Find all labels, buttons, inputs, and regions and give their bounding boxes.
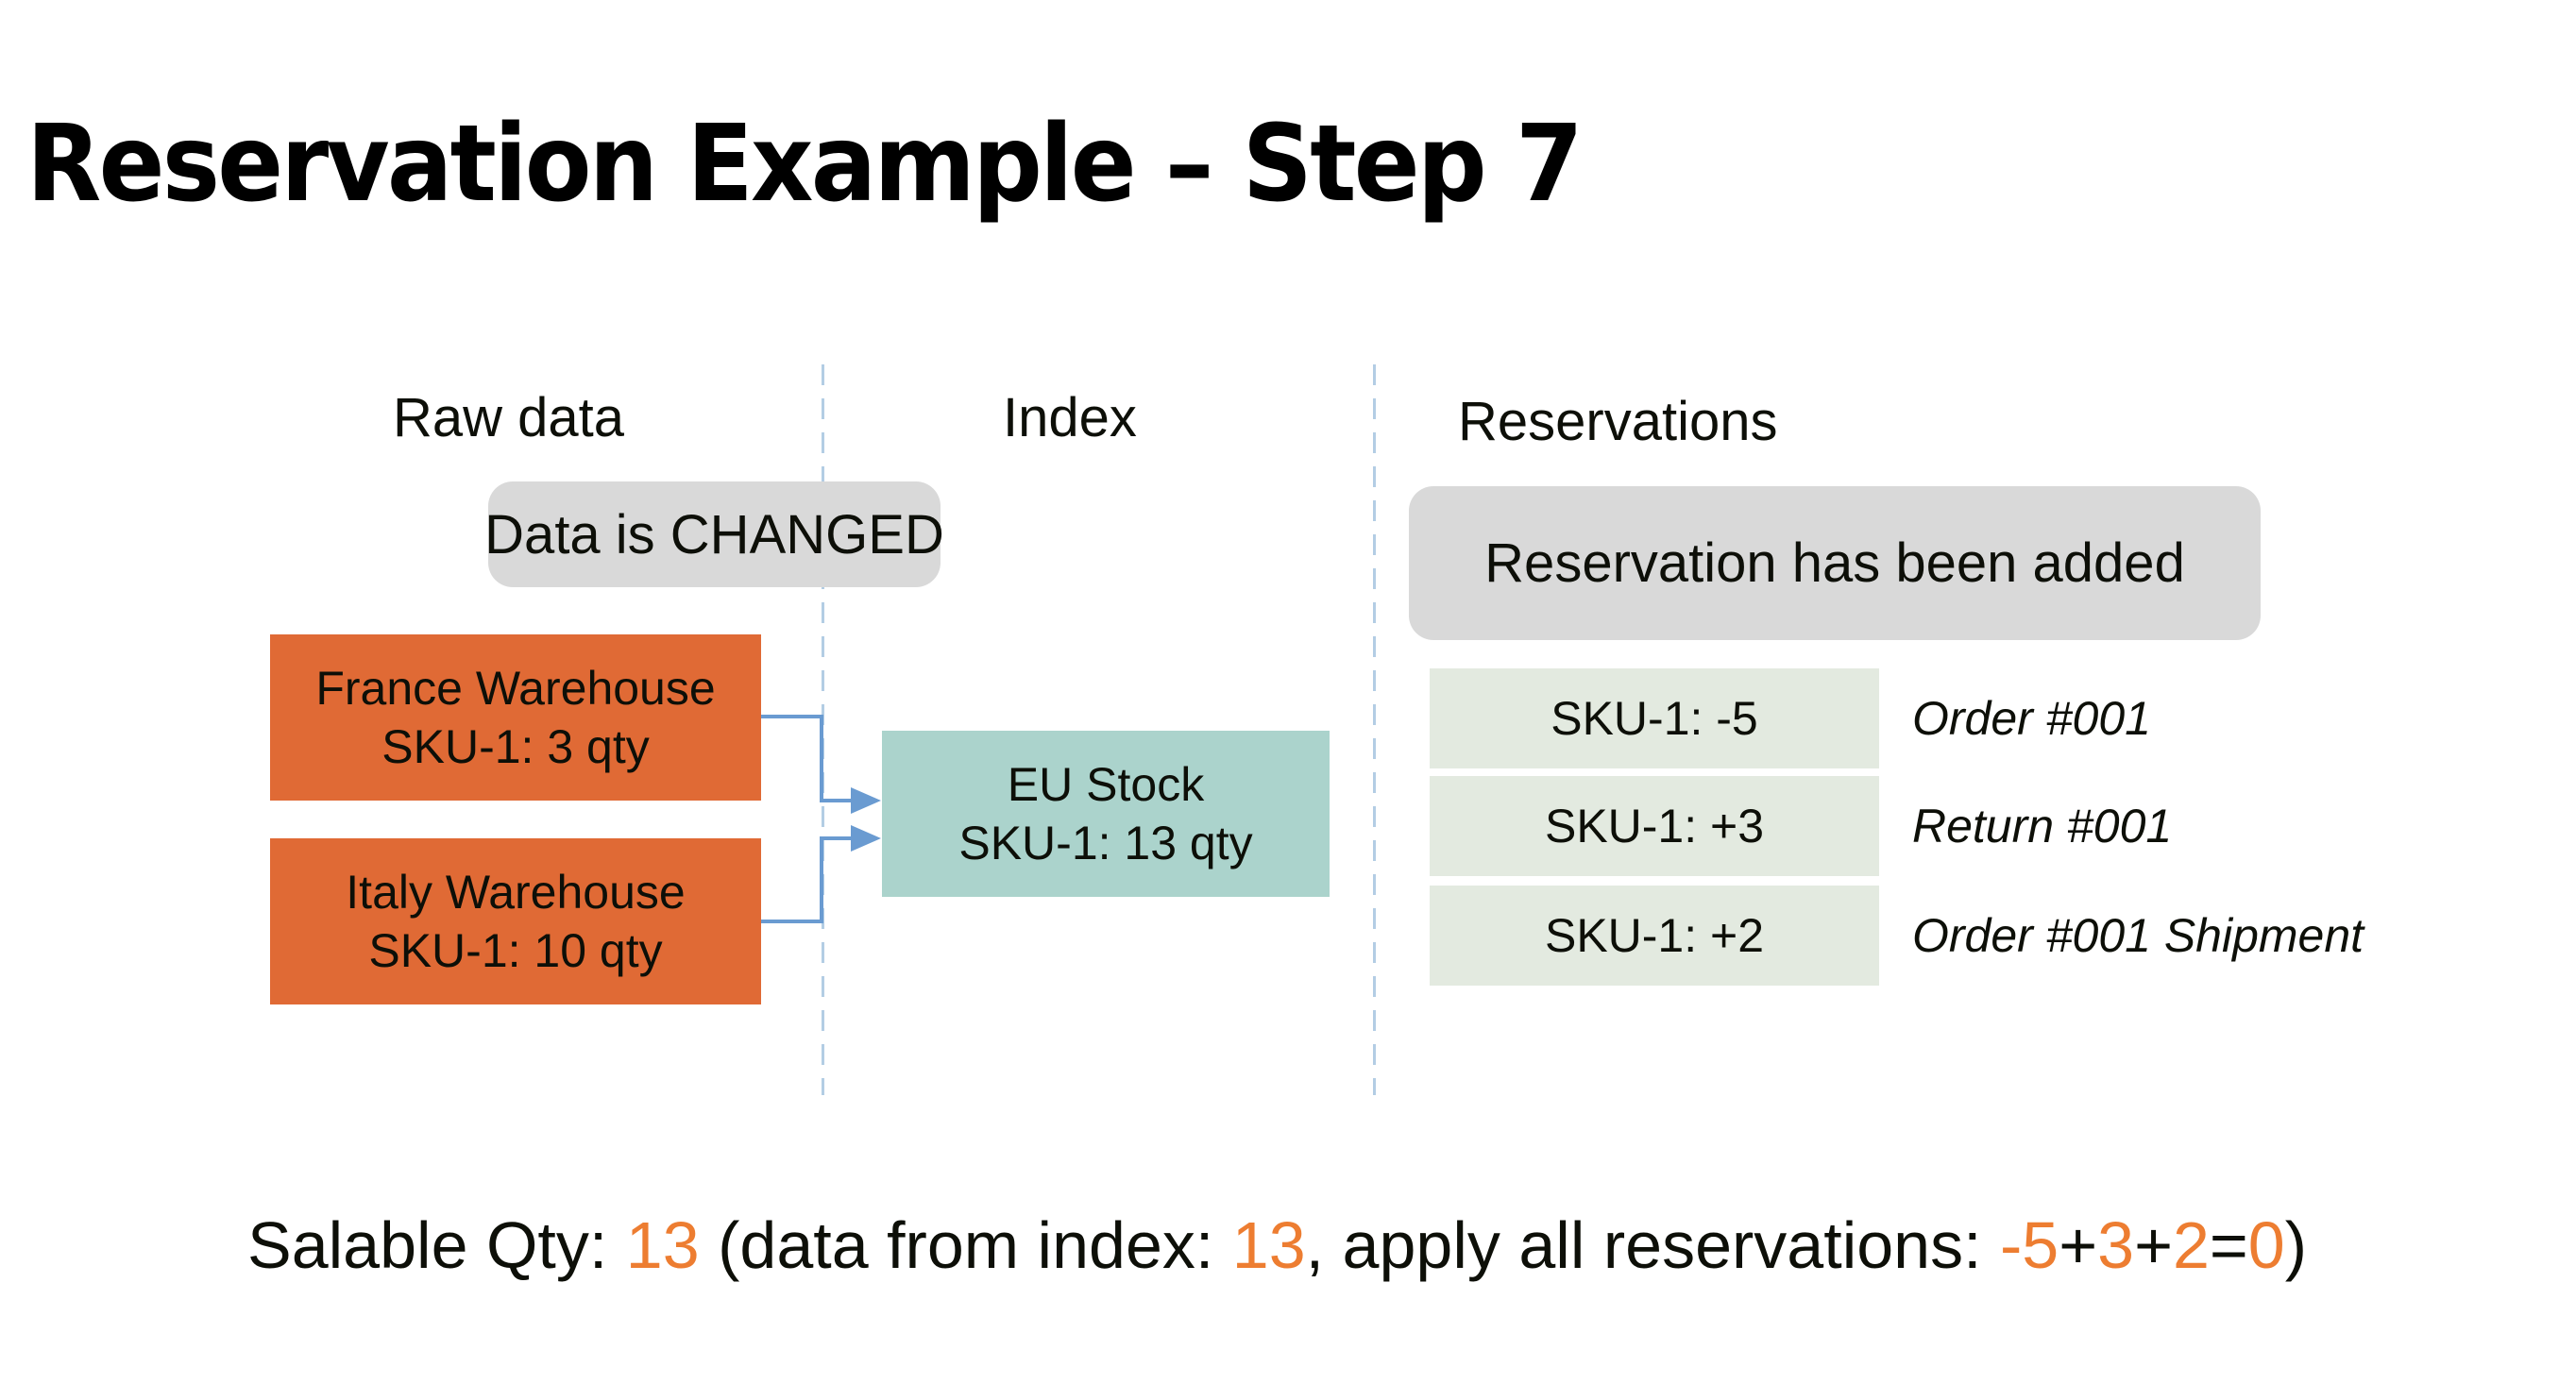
summary-text: , apply all reservations: [1305, 1208, 2000, 1282]
reservation-value: 3 [2097, 1208, 2135, 1282]
index-stock: SKU-1: 13 qty [958, 817, 1253, 869]
operator: = [2209, 1208, 2248, 1282]
reservation-reason: Order #001 [1912, 692, 2151, 745]
summary-text: (data from index: [699, 1208, 1232, 1282]
reservation-row: SKU-1: -5 [1430, 668, 1879, 768]
reservation-total: 0 [2247, 1208, 2285, 1282]
arrowhead-icon [851, 787, 881, 814]
operator: + [2059, 1208, 2098, 1282]
summary-label: Salable Qty: [247, 1208, 626, 1282]
summary-close: ) [2284, 1208, 2308, 1282]
salable-qty-summary: Salable Qty: 13 (data from index: 13, ap… [247, 1212, 2307, 1278]
index-box-eu-stock: EU Stock SKU-1: 13 qty [882, 731, 1330, 897]
connector-france-to-index [761, 715, 855, 802]
reservation-reason: Order #001 Shipment [1912, 909, 2364, 962]
connectors [761, 715, 881, 923]
reservation-reason: Return #001 [1912, 800, 2173, 852]
arrowhead-icon [851, 825, 881, 852]
salable-qty-value: 13 [625, 1208, 700, 1282]
operator: + [2134, 1208, 2173, 1282]
reservation-row: SKU-1: +3 [1430, 776, 1879, 876]
index-name: EU Stock [1007, 758, 1205, 811]
reservation-value: 2 [2172, 1208, 2210, 1282]
index-qty-value: 13 [1231, 1208, 1306, 1282]
reservation-row: SKU-1: +2 [1430, 886, 1879, 986]
connector-italy-to-index [761, 836, 855, 923]
reservation-value: -5 [2000, 1208, 2059, 1282]
